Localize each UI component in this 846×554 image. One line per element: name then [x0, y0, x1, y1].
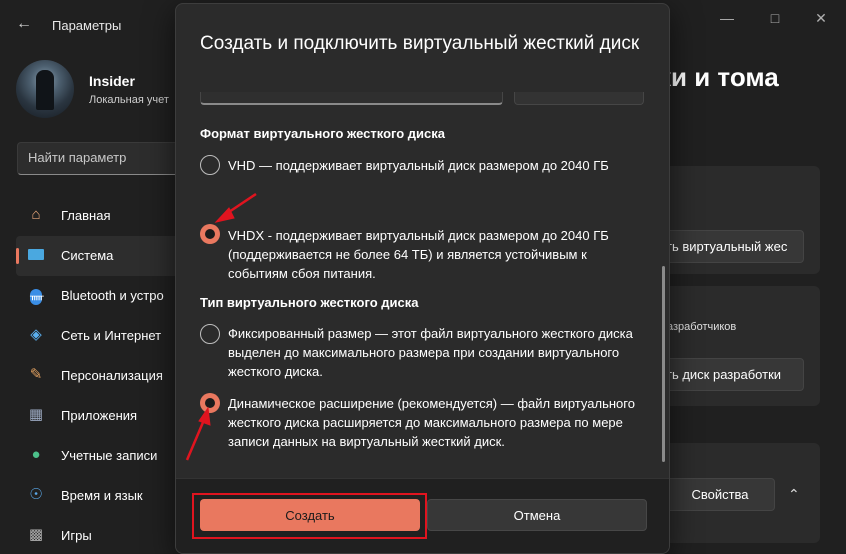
radio-vhdx[interactable]	[200, 224, 220, 244]
option-vhd-label: VHD — поддерживает виртуальный диск разм…	[228, 158, 609, 173]
display-icon	[26, 245, 46, 265]
home-icon: ⌂	[31, 206, 41, 223]
scrollbar[interactable]	[662, 266, 665, 462]
user-profile[interactable]: Insider Локальная учет	[16, 60, 176, 120]
sidebar-item-network[interactable]: ◈ Сеть и Интернет	[16, 316, 180, 356]
sidebar-item-label: Bluetooth и устро	[61, 288, 164, 303]
sidebar-item-label: Игры	[61, 528, 92, 543]
dialog-content: Формат виртуального жесткого диска VHD —…	[176, 92, 669, 477]
properties-button[interactable]: Свойства	[665, 478, 775, 511]
settings-card: азработчиков ть диск разработки	[655, 286, 820, 406]
sidebar-item-accounts[interactable]: ● Учетные записи	[16, 436, 180, 476]
sidebar-item-apps[interactable]: ▦ Приложения	[16, 396, 180, 436]
avatar	[16, 60, 74, 118]
sidebar-item-label: Сеть и Интернет	[61, 328, 162, 343]
size-input[interactable]	[200, 92, 503, 105]
dialog-title: Создать и подключить виртуальный жесткий…	[200, 33, 640, 54]
size-unit-select[interactable]	[514, 92, 644, 105]
close-icon[interactable]: ✕	[806, 8, 836, 28]
person-icon: ●	[31, 446, 41, 463]
sidebar-item-label: Система	[61, 248, 114, 263]
create-dev-drive-button[interactable]: ть диск разработки	[655, 358, 804, 391]
profile-subtitle: Локальная учет	[89, 94, 169, 106]
apps-icon: ▦	[28, 406, 44, 423]
create-vhd-dialog: Создать и подключить виртуальный жесткий…	[175, 3, 670, 554]
settings-card: ть виртуальный жес	[655, 166, 820, 274]
option-dynamic-label: Динамическое расширение (рекомендуется) …	[228, 396, 635, 449]
minimize-icon[interactable]: —	[712, 8, 742, 28]
sidebar-item-system[interactable]: Система	[16, 236, 180, 276]
sidebar-nav: ⌂ Главная Система ᚅ Bluetooth и устро ◈ …	[16, 196, 180, 554]
type-heading: Тип виртуального жесткого диска	[200, 295, 419, 310]
sidebar-item-label: Время и язык	[61, 488, 143, 503]
search-input[interactable]	[18, 143, 186, 172]
option-fixed-label: Фиксированный размер — этот файл виртуал…	[228, 326, 633, 379]
sidebar-item-home[interactable]: ⌂ Главная	[16, 196, 180, 236]
option-vhdx-label: VHDX - поддерживает виртуальный диск раз…	[228, 228, 609, 281]
arrow-left-icon[interactable]: ←	[14, 14, 34, 34]
sidebar-item-time-language[interactable]: ☉ Время и язык	[16, 476, 180, 516]
profile-name: Insider	[89, 73, 135, 89]
card-text: азработчиков	[667, 321, 737, 333]
radio-dynamic[interactable]	[200, 393, 220, 413]
app-title: Параметры	[52, 18, 122, 33]
chevron-up-icon[interactable]: ⌃	[788, 486, 800, 503]
gamepad-icon: ▩	[28, 526, 44, 543]
sidebar-item-personalization[interactable]: ✎ Персонализация	[16, 356, 180, 396]
create-button[interactable]: Создать	[200, 499, 420, 531]
sidebar-item-gaming[interactable]: ▩ Игры	[16, 516, 180, 554]
sidebar-item-label: Персонализация	[61, 368, 163, 383]
sidebar-item-label: Главная	[61, 208, 111, 223]
sidebar-item-label: Приложения	[61, 408, 138, 423]
sidebar-item-label: Учетные записи	[61, 448, 158, 463]
search-box[interactable]	[17, 142, 187, 175]
format-heading: Формат виртуального жесткого диска	[200, 126, 446, 141]
brush-icon: ✎	[29, 366, 43, 383]
page-title: ки и тома	[658, 62, 779, 92]
create-vhd-button[interactable]: ть виртуальный жес	[655, 230, 804, 263]
sidebar-item-bluetooth[interactable]: ᚅ Bluetooth и устро	[16, 276, 180, 316]
globe-clock-icon: ☉	[29, 486, 43, 503]
maximize-icon[interactable]: □	[760, 8, 790, 28]
bluetooth-icon: ᚅ	[26, 285, 46, 305]
cancel-button[interactable]: Отмена	[427, 499, 647, 531]
radio-fixed-size[interactable]	[200, 324, 220, 344]
wifi-icon: ◈	[30, 326, 42, 343]
dialog-footer: Создать Отмена	[176, 478, 669, 553]
radio-vhd[interactable]	[200, 155, 220, 175]
